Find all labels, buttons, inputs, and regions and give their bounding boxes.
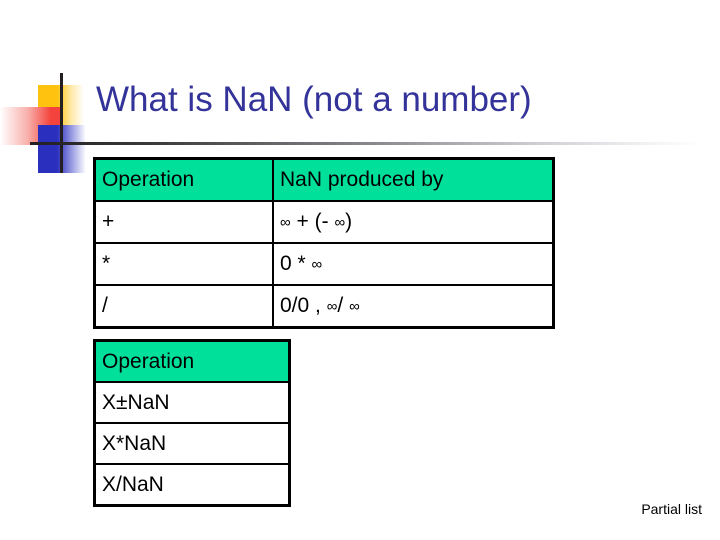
- infinity-glyph: ∞: [280, 214, 291, 231]
- cell-operation: X*NaN: [93, 422, 291, 465]
- cell-produced-by: ∞ + (- ∞): [272, 200, 555, 244]
- table-header-row: Operation: [93, 339, 291, 383]
- table-row: / 0/0 , ∞/ ∞: [93, 284, 555, 329]
- operations-table: Operation NaN produced by + ∞ + (- ∞) * …: [93, 157, 555, 329]
- infinity-glyph: ∞: [334, 214, 346, 231]
- table-row: X*NaN: [93, 422, 291, 465]
- table-row: X/NaN: [93, 463, 291, 507]
- table-header-row: Operation NaN produced by: [93, 157, 555, 202]
- cell-produced-by: 0/0 , ∞/ ∞: [272, 284, 555, 329]
- cell-operation: +: [93, 200, 274, 244]
- vertical-accent-line: [60, 73, 63, 173]
- table-row: X±NaN: [93, 381, 291, 424]
- column-header-operation: Operation: [93, 339, 291, 383]
- red-rectangle-shape: [0, 107, 62, 145]
- cell-operation: /: [93, 284, 274, 329]
- column-header-nan-produced-by: NaN produced by: [272, 157, 555, 202]
- column-header-operation: Operation: [93, 157, 274, 202]
- slide-title: What is NaN (not a number): [96, 80, 532, 119]
- horizontal-accent-rule: [30, 142, 702, 145]
- table-row: * 0 * ∞: [93, 242, 555, 286]
- blue-square-shape: [38, 125, 86, 173]
- footnote-partial-list: Partial list: [641, 501, 702, 517]
- cell-operation: X±NaN: [93, 381, 291, 424]
- cell-produced-by: 0 * ∞: [272, 242, 555, 286]
- infinity-glyph: ∞: [326, 298, 338, 315]
- nan-operations-table: Operation X±NaN X*NaN X/NaN: [93, 339, 291, 507]
- yellow-square-shape: [38, 85, 84, 127]
- infinity-glyph: ∞: [349, 298, 360, 315]
- cell-operation: X/NaN: [93, 463, 291, 507]
- table-row: + ∞ + (- ∞): [93, 200, 555, 244]
- cell-operation: *: [93, 242, 274, 286]
- infinity-glyph: ∞: [311, 256, 323, 273]
